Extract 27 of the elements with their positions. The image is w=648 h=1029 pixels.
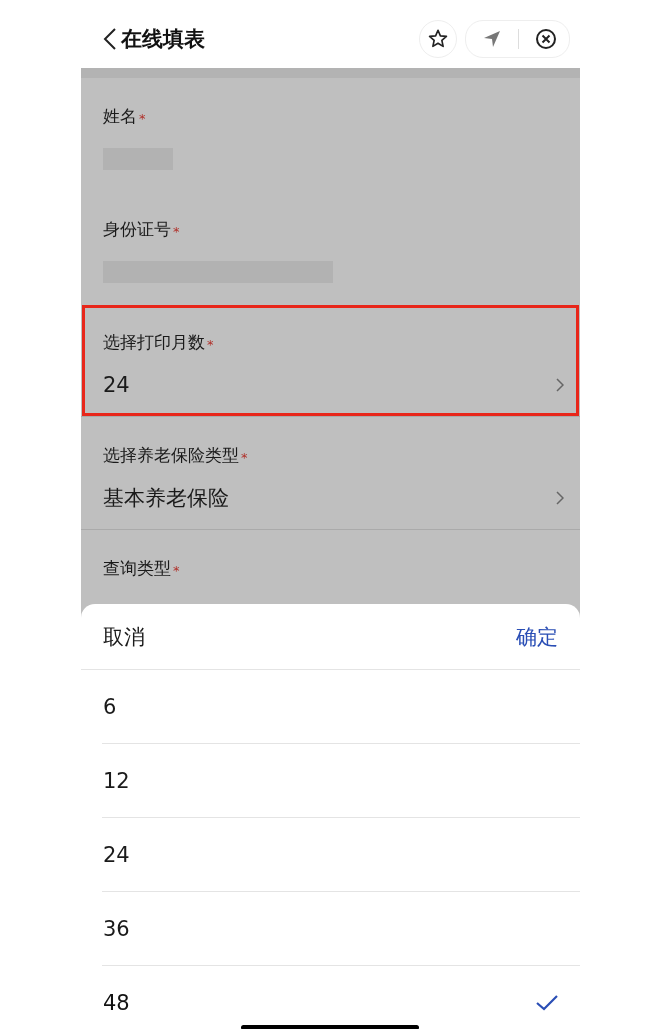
star-icon — [427, 28, 449, 50]
field-label: 选择打印月数 — [103, 331, 205, 353]
back-icon[interactable] — [103, 27, 117, 51]
cancel-button[interactable]: 取消 — [103, 622, 145, 651]
chevron-right-icon — [556, 378, 564, 392]
required-mark: * — [241, 449, 248, 467]
required-mark: * — [207, 336, 214, 354]
confirm-button[interactable]: 确定 — [516, 622, 558, 651]
field-label: 选择养老保险类型 — [103, 444, 239, 466]
picker-option[interactable]: 24 — [102, 818, 580, 892]
required-mark: * — [173, 223, 180, 241]
picker-option[interactable]: 12 — [102, 744, 580, 818]
favorite-button[interactable] — [419, 20, 457, 58]
close-icon[interactable] — [535, 28, 557, 50]
location-arrow-icon[interactable] — [482, 29, 502, 49]
check-icon — [536, 994, 558, 1011]
field-label: 姓名 — [103, 105, 137, 127]
required-mark: * — [139, 110, 146, 128]
picker-option[interactable]: 6 — [102, 670, 580, 744]
required-mark: * — [173, 562, 180, 580]
field-value[interactable]: 基本养老保险 — [103, 484, 229, 512]
page-title: 在线填表 — [121, 26, 205, 53]
field-value[interactable]: 24 — [103, 373, 130, 397]
field-label: 身份证号 — [103, 218, 171, 240]
chevron-right-icon — [556, 491, 564, 505]
picker-option[interactable]: 36 — [102, 892, 580, 966]
field-label: 查询类型 — [103, 557, 171, 579]
